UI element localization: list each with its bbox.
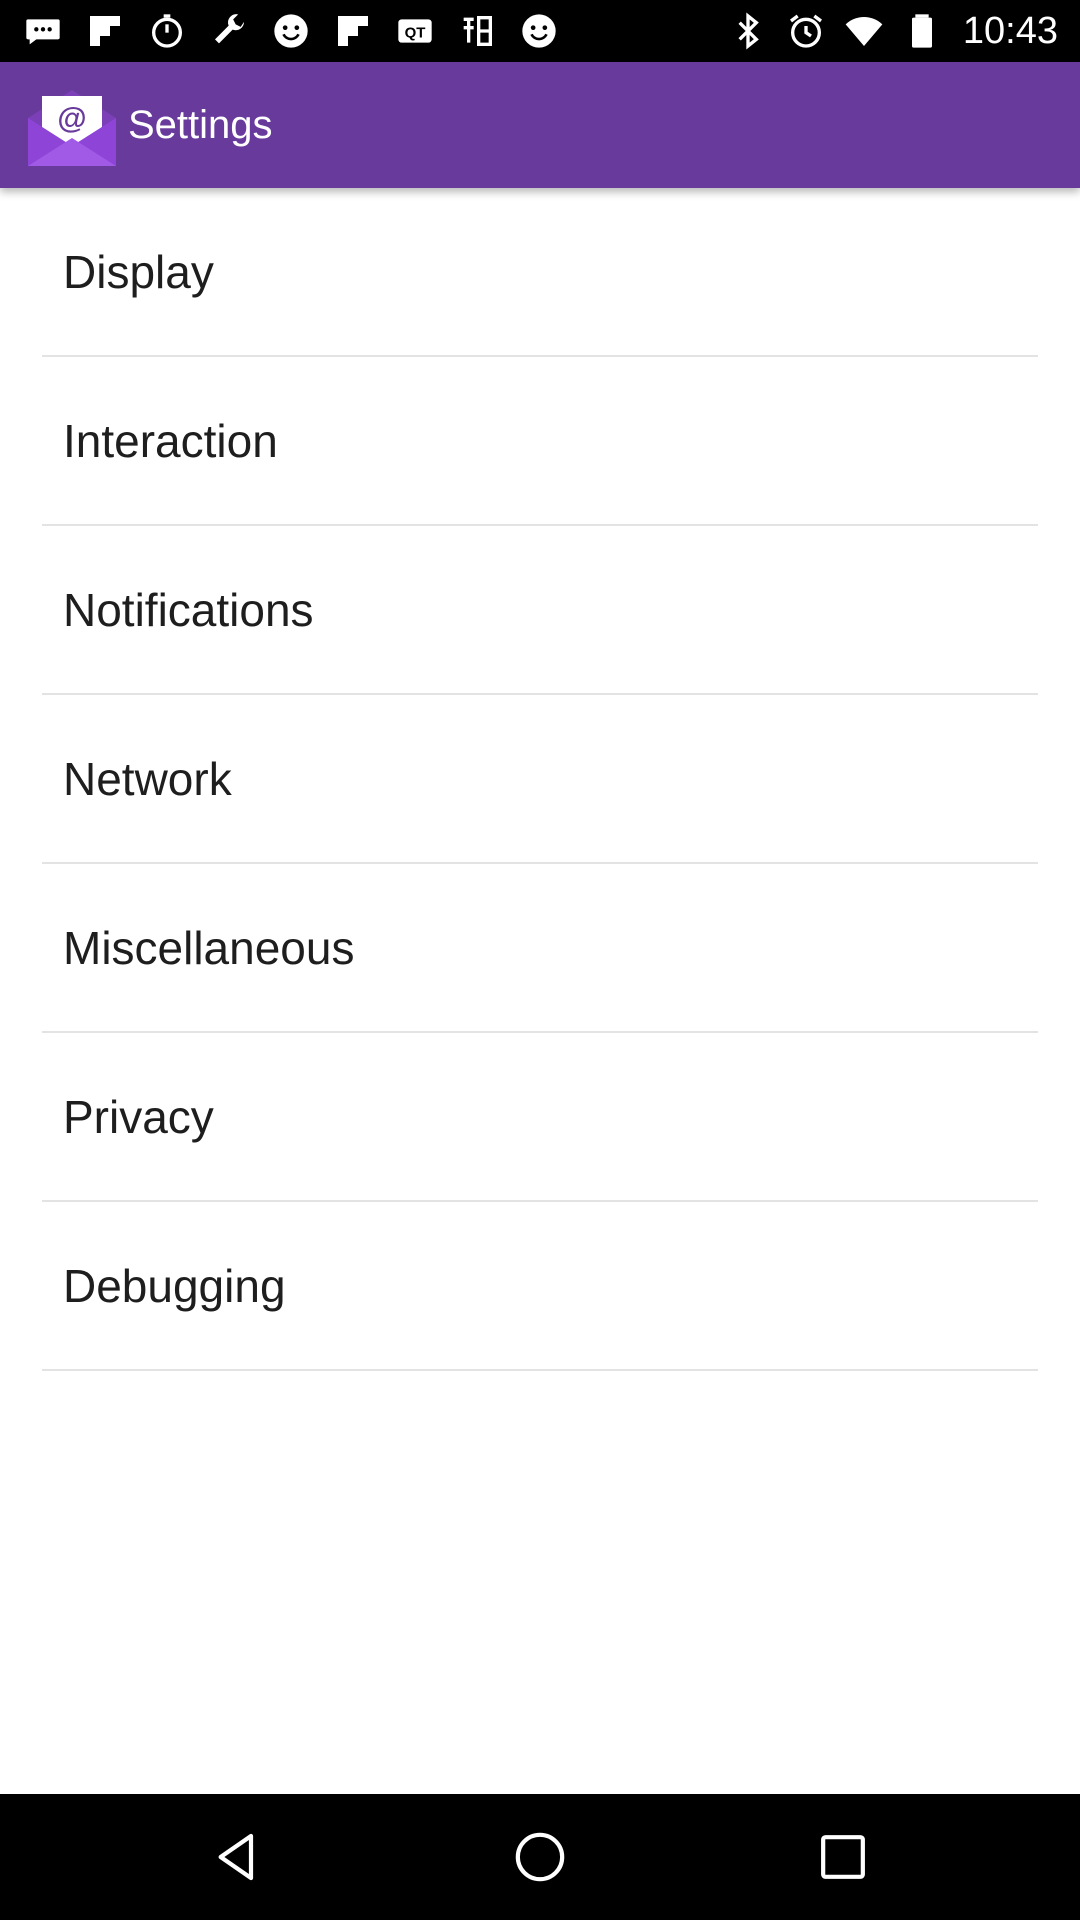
wifi-icon bbox=[843, 10, 885, 52]
home-icon[interactable] bbox=[497, 1814, 583, 1900]
smiley-icon bbox=[270, 10, 312, 52]
bluetooth-icon bbox=[727, 10, 769, 52]
settings-item-label: Network bbox=[63, 752, 232, 805]
settings-item-label: Miscellaneous bbox=[63, 921, 355, 974]
status-bar: QT 10:43 bbox=[0, 0, 1080, 62]
battery-icon bbox=[901, 10, 943, 52]
stopwatch-icon bbox=[146, 10, 188, 52]
flipboard-icon bbox=[84, 10, 126, 52]
svg-text:QT: QT bbox=[405, 25, 426, 42]
navigation-bar bbox=[0, 1794, 1080, 1920]
smiley-icon bbox=[518, 10, 560, 52]
email-envelope-icon[interactable]: @ bbox=[26, 84, 118, 168]
app-bar: @ Settings bbox=[0, 62, 1080, 188]
settings-item-notifications[interactable]: Notifications bbox=[42, 526, 1038, 695]
page-title: Settings bbox=[128, 103, 273, 147]
alarm-icon bbox=[785, 10, 827, 52]
wrench-icon bbox=[208, 10, 250, 52]
settings-item-interaction[interactable]: Interaction bbox=[42, 357, 1038, 526]
recents-icon[interactable] bbox=[800, 1814, 886, 1900]
status-time: 10:43 bbox=[962, 9, 1058, 52]
message-icon bbox=[22, 10, 64, 52]
qt-icon: QT bbox=[394, 10, 436, 52]
settings-item-display[interactable]: Display bbox=[42, 188, 1038, 357]
chinese-char-icon bbox=[456, 10, 498, 52]
flipboard-icon bbox=[332, 10, 374, 52]
system-icons: 10:43 bbox=[727, 0, 1058, 62]
settings-item-label: Notifications bbox=[63, 583, 314, 636]
svg-text:@: @ bbox=[57, 102, 86, 135]
settings-item-miscellaneous[interactable]: Miscellaneous bbox=[42, 864, 1038, 1033]
settings-item-label: Privacy bbox=[63, 1090, 214, 1143]
settings-item-network[interactable]: Network bbox=[42, 695, 1038, 864]
notification-icons: QT bbox=[22, 0, 560, 62]
settings-list: Display Interaction Notifications Networ… bbox=[0, 188, 1080, 1371]
settings-item-label: Interaction bbox=[63, 414, 278, 467]
back-icon[interactable] bbox=[194, 1814, 280, 1900]
settings-item-label: Debugging bbox=[63, 1259, 286, 1312]
settings-item-debugging[interactable]: Debugging bbox=[42, 1202, 1038, 1371]
settings-item-privacy[interactable]: Privacy bbox=[42, 1033, 1038, 1202]
settings-item-label: Display bbox=[63, 245, 214, 298]
